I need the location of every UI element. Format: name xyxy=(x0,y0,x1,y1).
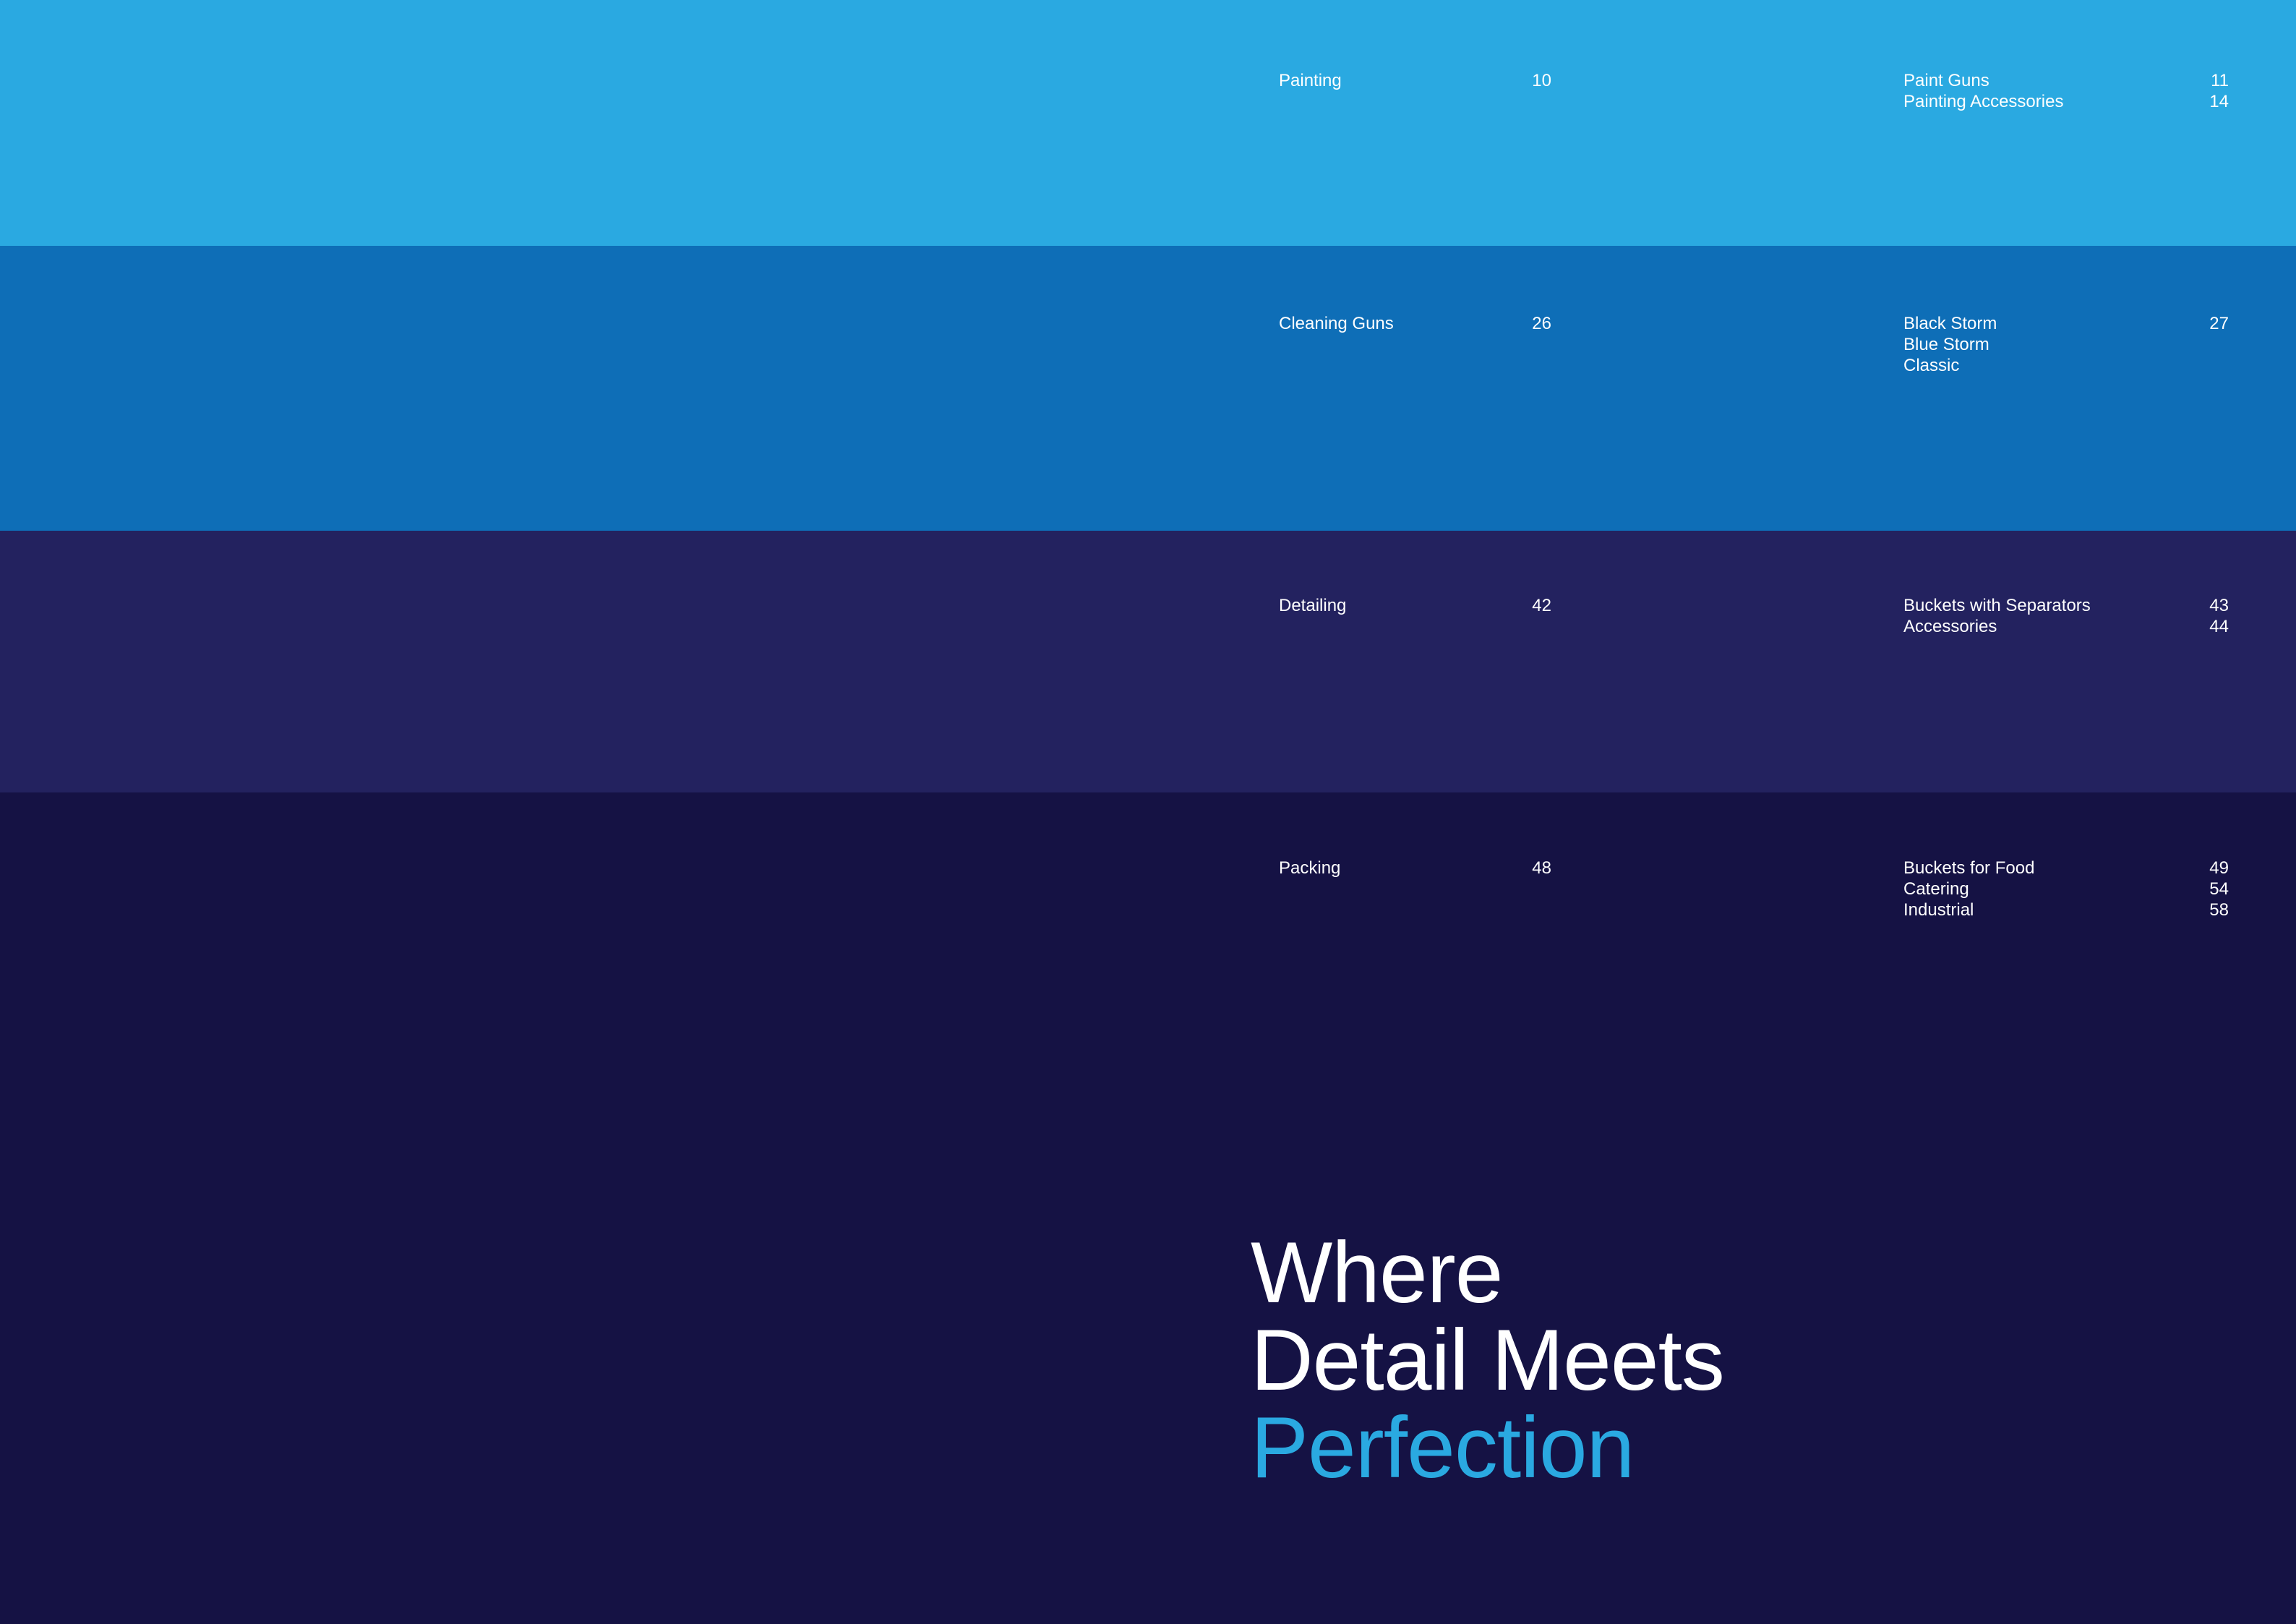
subsection-item[interactable]: Industrial 58 xyxy=(1903,899,2229,920)
subsection-label: Paint Guns xyxy=(1903,71,1989,90)
subsection-item[interactable]: Catering 54 xyxy=(1903,879,2229,899)
subsection-label: Accessories xyxy=(1903,617,1997,636)
subsection-page-number: 14 xyxy=(2209,92,2229,111)
subsection-item[interactable]: Blue Storm xyxy=(1903,334,2229,355)
subsection-page-number: 49 xyxy=(2209,858,2229,878)
subsection-list: Buckets for Food 49 Catering 54 Industri… xyxy=(1903,858,2229,920)
section-band-painting: Painting 10 Paint Guns 11 Painting Acces… xyxy=(0,0,2296,246)
section-title-cleaning-guns[interactable]: Cleaning Guns xyxy=(1279,313,1394,334)
section-page-number: 26 xyxy=(1532,314,1551,333)
subsection-item[interactable]: Painting Accessories 14 xyxy=(1903,91,2229,112)
subsection-page-number: 43 xyxy=(2209,596,2229,615)
subsection-item[interactable]: Classic xyxy=(1903,355,2229,376)
subsection-label: Catering xyxy=(1903,879,1969,899)
subsection-label: Black Storm xyxy=(1903,314,1997,333)
headline-line-perfection: Perfection xyxy=(1251,1399,1635,1496)
subsection-label: Blue Storm xyxy=(1903,335,1989,354)
headline-line-where: Where xyxy=(1251,1224,1503,1321)
subsection-page-number: 58 xyxy=(2209,900,2229,920)
section-page-number: 10 xyxy=(1532,71,1551,90)
subsection-label: Classic xyxy=(1903,356,1960,375)
headline-line-detail-meets: Detail Meets xyxy=(1251,1312,1725,1409)
subsection-label: Buckets for Food xyxy=(1903,858,2035,878)
subsection-label: Industrial xyxy=(1903,900,1974,920)
subsection-item[interactable]: Buckets with Separators 43 xyxy=(1903,595,2229,616)
section-page-number: 48 xyxy=(1532,858,1551,878)
subsection-item[interactable]: Black Storm 27 xyxy=(1903,313,2229,334)
section-band-packing: Packing 48 Buckets for Food 49 Catering … xyxy=(0,792,2296,1624)
page-headline: Where Detail Meets Perfection xyxy=(1251,1224,1725,1496)
section-title-painting[interactable]: Painting xyxy=(1279,70,1342,91)
subsection-item[interactable]: Paint Guns 11 xyxy=(1903,70,2229,91)
subsection-page-number: 54 xyxy=(2209,879,2229,899)
section-band-cleaning-guns: Cleaning Guns 26 Black Storm 27 Blue Sto… xyxy=(0,246,2296,531)
subsection-list: Paint Guns 11 Painting Accessories 14 xyxy=(1903,70,2229,112)
subsection-page-number: 44 xyxy=(2209,617,2229,636)
subsection-label: Buckets with Separators xyxy=(1903,596,2091,615)
subsection-page-number xyxy=(2200,355,2229,376)
section-title-packing[interactable]: Packing xyxy=(1279,858,1340,879)
section-page-number: 42 xyxy=(1532,596,1551,615)
subsection-page-number: 11 xyxy=(2211,71,2229,90)
subsection-list: Buckets with Separators 43 Accessories 4… xyxy=(1903,595,2229,637)
section-band-detailing: Detailing 42 Buckets with Separators 43 … xyxy=(0,531,2296,792)
subsection-label: Painting Accessories xyxy=(1903,92,2064,111)
subsection-item[interactable]: Buckets for Food 49 xyxy=(1903,858,2229,879)
section-title-detailing[interactable]: Detailing xyxy=(1279,595,1346,616)
subsection-item[interactable]: Accessories 44 xyxy=(1903,616,2229,637)
subsection-page-number: 27 xyxy=(2209,314,2229,333)
subsection-page-number xyxy=(2200,334,2229,355)
subsection-list: Black Storm 27 Blue Storm Classic xyxy=(1903,313,2229,376)
